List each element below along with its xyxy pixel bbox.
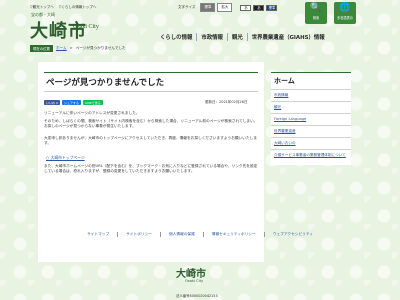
nav-kanko[interactable]: 観光 bbox=[226, 33, 247, 41]
text-size-standard-button[interactable]: 標準 bbox=[200, 3, 216, 12]
sidebar-item-osaki[interactable]: 大崎いおいの bbox=[271, 137, 351, 149]
breadcrumb-tag: 現在の位置 bbox=[30, 44, 53, 52]
color-white-button[interactable]: あ bbox=[240, 4, 252, 11]
sidebar-item-shisei[interactable]: 市政情報 bbox=[271, 89, 351, 101]
accessibility-toolbar: 文字サイズ 標準 拡大 あ あ 標準 bbox=[178, 3, 278, 12]
breadcrumb: 現在の位置 ホーム > ページが見つかりませんでした bbox=[30, 44, 370, 52]
footer-logo: 大崎市 bbox=[176, 269, 206, 280]
sidebar-item-foreign[interactable]: Foreign Language bbox=[271, 113, 351, 125]
paragraph-1: リニューアルに伴いページのアドレスが変更されました。 bbox=[44, 111, 140, 115]
sidebar: ホーム 市政情報 観光 Foreign Language 世界農業遺産 大崎いお… bbox=[271, 72, 351, 165]
footer-security-link[interactable]: 情報セキュリティポリシー bbox=[202, 232, 264, 237]
footer-accessibility-link[interactable]: ウェブアクセシビリティ bbox=[263, 232, 321, 237]
text-size-enlarge-button[interactable]: 拡大 bbox=[217, 3, 233, 12]
share-button[interactable]: シェアする bbox=[61, 100, 81, 105]
language-label: 多言語表示 bbox=[337, 16, 353, 20]
breadcrumb-separator: > bbox=[69, 46, 73, 50]
top-link-kanko[interactable]: ▽観光トップへ bbox=[30, 5, 54, 10]
top-page-link-text: 大崎市トップページ bbox=[50, 155, 85, 160]
corporate-number: 法人番号8000020042153 bbox=[176, 294, 218, 298]
footer-sitepolicy-link[interactable]: サイトポリシー bbox=[117, 232, 160, 237]
page-title: ページが見つかりませんでした bbox=[44, 72, 258, 92]
footer-privacy-link[interactable]: 個人情報の保護 bbox=[159, 232, 203, 237]
logo-english: Osaki City bbox=[73, 24, 99, 30]
nav-giahs[interactable]: 世界農業遺産（GIAHS）情報 bbox=[246, 33, 329, 41]
nav-kurashi[interactable]: くらしの情報 bbox=[156, 33, 196, 41]
footer-logo-english: Osaki City bbox=[185, 279, 204, 283]
paragraph-3: 大変申し訳ありませんが、大崎市のトップページにアクセスしていただき、再度、情報を… bbox=[44, 136, 258, 146]
sidebar-item-giahs[interactable]: 世界農業遺産 bbox=[271, 125, 351, 137]
search-button[interactable]: 🔍 検索 bbox=[305, 2, 327, 24]
sidebar-heading: ホーム bbox=[271, 72, 351, 89]
paragraph-2: そのため、しばらくの間、検索サイト（サイト内検索を含む）から検索した場合、リニュ… bbox=[44, 119, 258, 129]
site-logo[interactable]: 大崎市 bbox=[30, 17, 87, 43]
top-links: ▽観光トップへ ▽くらしの情報トップへ bbox=[30, 5, 96, 10]
top-link-kurashi[interactable]: ▽くらしの情報トップへ bbox=[59, 5, 97, 10]
top-page-link[interactable]: ○ 大崎市トップページ bbox=[46, 155, 85, 161]
text-size-label: 文字サイズ bbox=[178, 5, 196, 9]
social-buttons: いいね 0 シェアする LINEで送る bbox=[44, 100, 103, 105]
nav-shisei[interactable]: 市政情報 bbox=[196, 33, 227, 41]
paragraph-4: また、大崎市ホームページの別URL（配下を含む）を、ブックマーク・お気に入りなど… bbox=[44, 164, 258, 174]
sidebar-item-kanko[interactable]: 観光 bbox=[271, 101, 351, 113]
facebook-like-button[interactable]: いいね 0 bbox=[44, 100, 60, 105]
breadcrumb-home-link[interactable]: ホーム bbox=[56, 46, 67, 50]
language-button[interactable]: 🌐 多言語表示 bbox=[334, 2, 356, 24]
footer-sitemap-link[interactable]: サイトマップ bbox=[79, 232, 117, 237]
search-icon: 🔍 bbox=[310, 3, 322, 13]
main-nav: くらしの情報 市政情報 観光 世界農業遺産（GIAHS）情報 bbox=[156, 33, 329, 41]
line-share-button[interactable]: LINEで送る bbox=[82, 100, 103, 105]
globe-icon: 🌐 bbox=[339, 3, 351, 13]
updated-date: 更新日：2021年02月26日 bbox=[205, 100, 248, 104]
search-label: 検索 bbox=[312, 16, 320, 20]
breadcrumb-current: ページが見つかりませんでした bbox=[75, 45, 126, 50]
sidebar-item-kaigo[interactable]: 介護サービス事業者の業務管理体制について bbox=[271, 149, 351, 165]
color-black-button[interactable]: あ bbox=[253, 4, 265, 11]
color-standard-button[interactable]: 標準 bbox=[266, 4, 278, 11]
footer-links: サイトマップ サイトポリシー 個人情報の保護 情報セキュリティポリシー ウェブア… bbox=[0, 232, 400, 237]
